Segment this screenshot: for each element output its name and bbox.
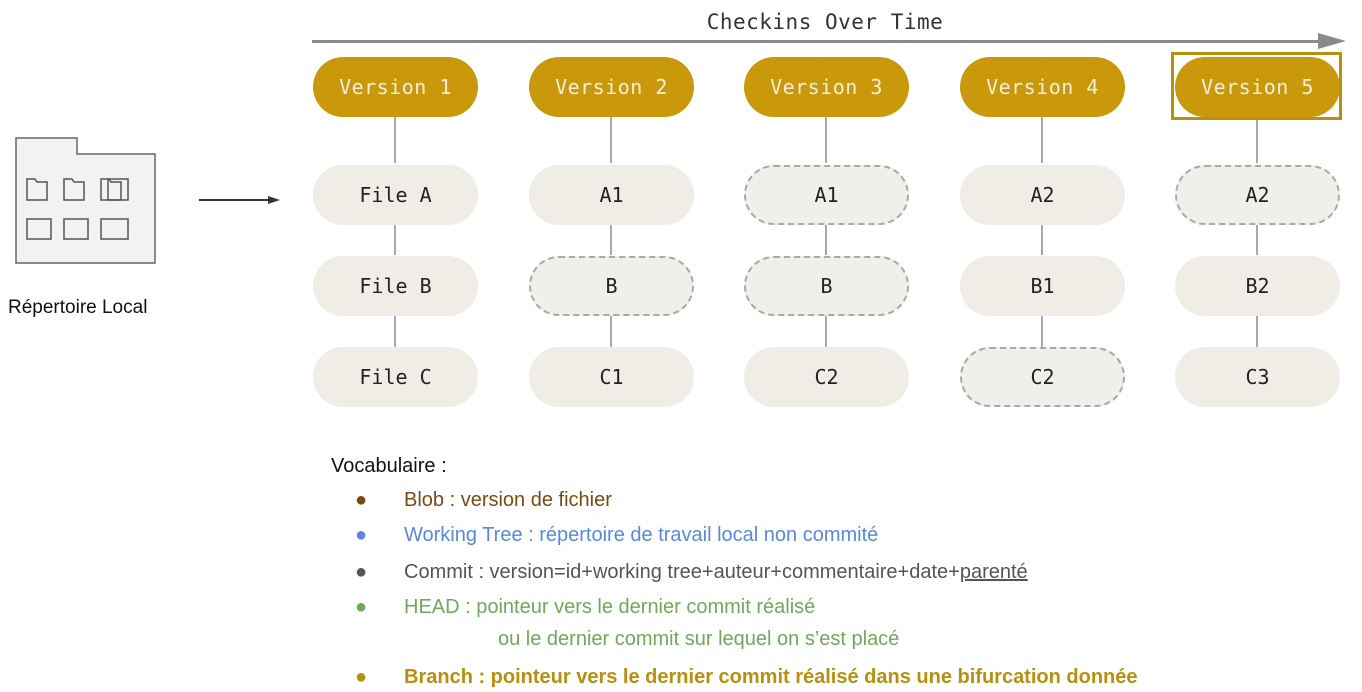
vocab-text: Branch : pointeur vers le dernier commit… bbox=[404, 666, 1138, 688]
version-column-2: Version 2 A1 B C1 bbox=[529, 57, 694, 407]
version-column-3: Version 3 A1 B C2 bbox=[744, 57, 909, 407]
file-node: C1 bbox=[529, 347, 694, 407]
file-node: C2 bbox=[744, 347, 909, 407]
connector bbox=[825, 117, 827, 163]
vocab-text: Blob : version de fichier bbox=[404, 489, 612, 511]
connector bbox=[610, 117, 612, 163]
vocab-text: Commit : version=id+working tree+auteur+… bbox=[404, 561, 1028, 583]
file-node: C3 bbox=[1175, 347, 1340, 407]
file-node: A1 bbox=[744, 165, 909, 225]
version-node: Version 3 bbox=[744, 57, 909, 117]
connector bbox=[394, 117, 396, 163]
local-directory-label: Répertoire Local bbox=[8, 297, 148, 318]
bullet-icon: ● bbox=[355, 489, 368, 511]
vocab-text: HEAD : pointeur vers le dernier commit r… bbox=[404, 596, 816, 618]
local-to-versions-arrow-head bbox=[268, 196, 280, 204]
folder-icon bbox=[15, 137, 156, 264]
file-node: File C bbox=[313, 347, 478, 407]
version-node: Version 4 bbox=[960, 57, 1125, 117]
connector bbox=[1256, 117, 1258, 163]
timeline-arrow-head bbox=[1318, 33, 1346, 49]
version-column-1: Version 1 File A File B File C bbox=[313, 57, 478, 407]
timeline-title: Checkins Over Time bbox=[706, 10, 944, 34]
timeline-arrow-line bbox=[312, 40, 1320, 43]
bullet-icon: ● bbox=[355, 561, 368, 583]
file-node: C2 bbox=[960, 347, 1125, 407]
bullet-icon: ● bbox=[355, 666, 368, 688]
file-node: B1 bbox=[960, 256, 1125, 316]
version-node: Version 1 bbox=[313, 57, 478, 117]
head-highlight-box bbox=[1171, 52, 1342, 120]
vocab-item-head-continuation: ou le dernier commit sur lequel on s’est… bbox=[498, 628, 900, 650]
file-node: A2 bbox=[1175, 165, 1340, 225]
bullet-icon: ● bbox=[355, 524, 368, 546]
file-node: B2 bbox=[1175, 256, 1340, 316]
file-node: B bbox=[529, 256, 694, 316]
connector bbox=[1041, 117, 1043, 163]
file-node: File B bbox=[313, 256, 478, 316]
version-column-4: Version 4 A2 B1 C2 bbox=[960, 57, 1125, 407]
file-node: B bbox=[744, 256, 909, 316]
file-node: A2 bbox=[960, 165, 1125, 225]
file-node: A1 bbox=[529, 165, 694, 225]
vocab-text: Working Tree : répertoire de travail loc… bbox=[404, 524, 879, 546]
bullet-icon: ● bbox=[355, 596, 368, 618]
vocab-underlined-term: parenté bbox=[959, 561, 1028, 583]
vocabulary-title: Vocabulaire : bbox=[331, 455, 447, 477]
file-node: File A bbox=[313, 165, 478, 225]
local-to-versions-arrow bbox=[199, 199, 269, 201]
version-node: Version 2 bbox=[529, 57, 694, 117]
